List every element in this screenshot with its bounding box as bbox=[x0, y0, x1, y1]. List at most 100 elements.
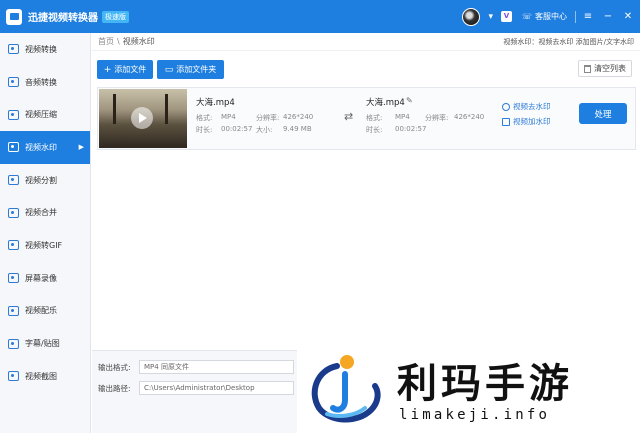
remove-watermark-label: 视频去水印 bbox=[513, 102, 551, 111]
source-format: MP4 bbox=[221, 113, 236, 121]
add-watermark-label: 视频加水印 bbox=[513, 117, 551, 126]
source-duration: 00:02:57 bbox=[221, 125, 253, 133]
source-resolution: 426*240 bbox=[283, 113, 314, 121]
sidebar: 视频转换 音频转换 视频压缩 视频水印 ▶ 视频分割 视频合并 视频转GIF 屏幕… bbox=[0, 33, 91, 433]
video-music-icon bbox=[8, 305, 19, 316]
source-file-name: 大海.mp4 bbox=[196, 98, 235, 108]
app-name: 迅捷视频转换器 bbox=[28, 13, 98, 24]
help-center-label: 客服中心 bbox=[535, 12, 567, 21]
video-compress-icon bbox=[8, 109, 19, 120]
sidebar-item-label: 音频转换 bbox=[25, 77, 57, 87]
sidebar-item-video-gif[interactable]: 视频转GIF bbox=[0, 229, 90, 262]
add-file-label: 添加文件 bbox=[114, 65, 147, 74]
toolbar: + 添加文件 ▭ 添加文件夹 清空列表 bbox=[92, 57, 640, 81]
folder-icon: ▭ bbox=[164, 64, 174, 75]
video-watermark-icon bbox=[8, 142, 19, 153]
sidebar-item-label: 视频转GIF bbox=[25, 240, 63, 250]
breadcrumb: 首页 \ 视频水印 视频水印：视频去水印 添加图片/文字水印 bbox=[92, 33, 640, 51]
clear-list-label: 清空列表 bbox=[594, 64, 626, 73]
minimize-icon[interactable]: − bbox=[600, 11, 616, 22]
add-watermark-icon bbox=[502, 117, 510, 126]
audio-convert-icon bbox=[8, 77, 19, 88]
screen-record-icon bbox=[8, 273, 19, 284]
output-format-label: 格式: bbox=[366, 114, 383, 122]
edition-badge: 极速版 bbox=[102, 10, 129, 23]
output-file-name: 大海.mp4 bbox=[366, 98, 405, 108]
source-size-label: 大小: bbox=[256, 126, 273, 134]
add-folder-label: 添加文件夹 bbox=[176, 65, 217, 74]
source-resolution-label: 分辨率: bbox=[256, 114, 280, 122]
help-center-button[interactable]: ☏ 客服中心 bbox=[522, 11, 567, 22]
breadcrumb-home[interactable]: 首页 bbox=[98, 36, 114, 47]
watermark-url: limakeji.info bbox=[399, 407, 551, 423]
output-duration-label: 时长: bbox=[366, 126, 383, 134]
video-gif-icon bbox=[8, 240, 19, 251]
clear-list-button[interactable]: 清空列表 bbox=[578, 60, 632, 77]
sidebar-item-label: 屏幕录像 bbox=[25, 273, 57, 283]
sidebar-item-label: 视频合并 bbox=[25, 208, 57, 218]
sidebar-item-label: 视频转换 bbox=[25, 44, 57, 54]
output-format-select[interactable]: MP4 同原文件 bbox=[139, 360, 294, 374]
vip-icon: V bbox=[500, 11, 512, 22]
file-row: 大海.mp4 格式: MP4 分辨率: 426*240 时长: 00:02:57… bbox=[97, 87, 636, 150]
chevron-right-icon: ▶ bbox=[78, 143, 84, 152]
add-file-button[interactable]: + 添加文件 bbox=[97, 60, 153, 79]
sidebar-item-label: 视频分割 bbox=[25, 175, 57, 185]
play-icon[interactable] bbox=[131, 107, 153, 129]
add-folder-button[interactable]: ▭ 添加文件夹 bbox=[157, 60, 224, 79]
convert-arrow-icon: ⇄ bbox=[344, 110, 354, 123]
plus-icon: + bbox=[103, 64, 112, 75]
sidebar-item-label: 视频配乐 bbox=[25, 306, 57, 316]
sidebar-item-screen-record[interactable]: 屏幕录像 bbox=[0, 262, 90, 295]
close-icon[interactable]: ✕ bbox=[620, 11, 636, 22]
thumbnail-tree bbox=[113, 94, 116, 124]
sidebar-item-subtitle[interactable]: 字幕/贴图 bbox=[0, 327, 90, 360]
source-duration-label: 时长: bbox=[196, 126, 213, 134]
feature-hint: 视频水印：视频去水印 添加图片/文字水印 bbox=[503, 38, 634, 46]
source-size: 9.49 MB bbox=[283, 125, 312, 133]
site-watermark: 利玛手游 limakeji.info bbox=[297, 343, 640, 433]
title-bar: 迅捷视频转换器 极速版 ▾ V ☏ 客服中心 ≡ − ✕ bbox=[0, 0, 640, 33]
video-thumbnail[interactable] bbox=[99, 89, 187, 148]
sidebar-item-label: 视频压缩 bbox=[25, 110, 57, 120]
site-logo-icon bbox=[311, 355, 381, 423]
process-button[interactable]: 处理 bbox=[579, 103, 627, 124]
menu-icon[interactable]: ≡ bbox=[580, 11, 596, 22]
rename-pencil-icon[interactable]: ✎ bbox=[406, 96, 413, 105]
output-path-field[interactable]: C:\Users\Administrator\Desktop bbox=[139, 381, 294, 395]
chevron-down-icon[interactable]: ▾ bbox=[488, 12, 493, 22]
output-path-field-label: 输出路径: bbox=[98, 384, 131, 393]
remove-watermark-link[interactable]: 视频去水印 bbox=[502, 101, 551, 112]
vip-button[interactable]: V bbox=[500, 11, 512, 22]
add-watermark-link[interactable]: 视频加水印 bbox=[502, 116, 551, 127]
remove-watermark-icon bbox=[502, 102, 510, 111]
chat-icon: ☏ bbox=[521, 12, 532, 21]
output-resolution: 426*240 bbox=[454, 113, 485, 121]
sidebar-item-video-split[interactable]: 视频分割 bbox=[0, 164, 90, 197]
sidebar-item-video-music[interactable]: 视频配乐 bbox=[0, 295, 90, 328]
sidebar-item-video-convert[interactable]: 视频转换 bbox=[0, 33, 90, 66]
sidebar-item-audio-convert[interactable]: 音频转换 bbox=[0, 66, 90, 99]
output-format: MP4 bbox=[395, 113, 410, 121]
source-format-label: 格式: bbox=[196, 114, 213, 122]
thumbnail-tree bbox=[165, 94, 168, 124]
video-split-icon bbox=[8, 175, 19, 186]
sidebar-item-video-screenshot[interactable]: 视频截图 bbox=[0, 360, 90, 393]
sidebar-item-label: 视频水印 bbox=[25, 142, 57, 152]
output-format-field-label: 输出格式: bbox=[98, 363, 131, 372]
sidebar-item-video-watermark[interactable]: 视频水印 ▶ bbox=[0, 131, 90, 164]
user-avatar[interactable] bbox=[462, 7, 481, 26]
video-merge-icon bbox=[8, 207, 19, 218]
sidebar-item-label: 字幕/贴图 bbox=[25, 339, 60, 349]
title-divider bbox=[575, 10, 576, 23]
breadcrumb-separator: \ bbox=[117, 37, 120, 46]
sidebar-item-video-merge[interactable]: 视频合并 bbox=[0, 196, 90, 229]
subtitle-icon bbox=[8, 338, 19, 349]
breadcrumb-current: 视频水印 bbox=[122, 37, 155, 46]
sidebar-item-label: 视频截图 bbox=[25, 371, 57, 381]
output-duration: 00:02:57 bbox=[395, 125, 427, 133]
sidebar-item-video-compress[interactable]: 视频压缩 bbox=[0, 98, 90, 131]
app-logo-icon bbox=[6, 8, 22, 25]
video-screenshot-icon bbox=[8, 371, 19, 382]
output-resolution-label: 分辨率: bbox=[425, 114, 449, 122]
